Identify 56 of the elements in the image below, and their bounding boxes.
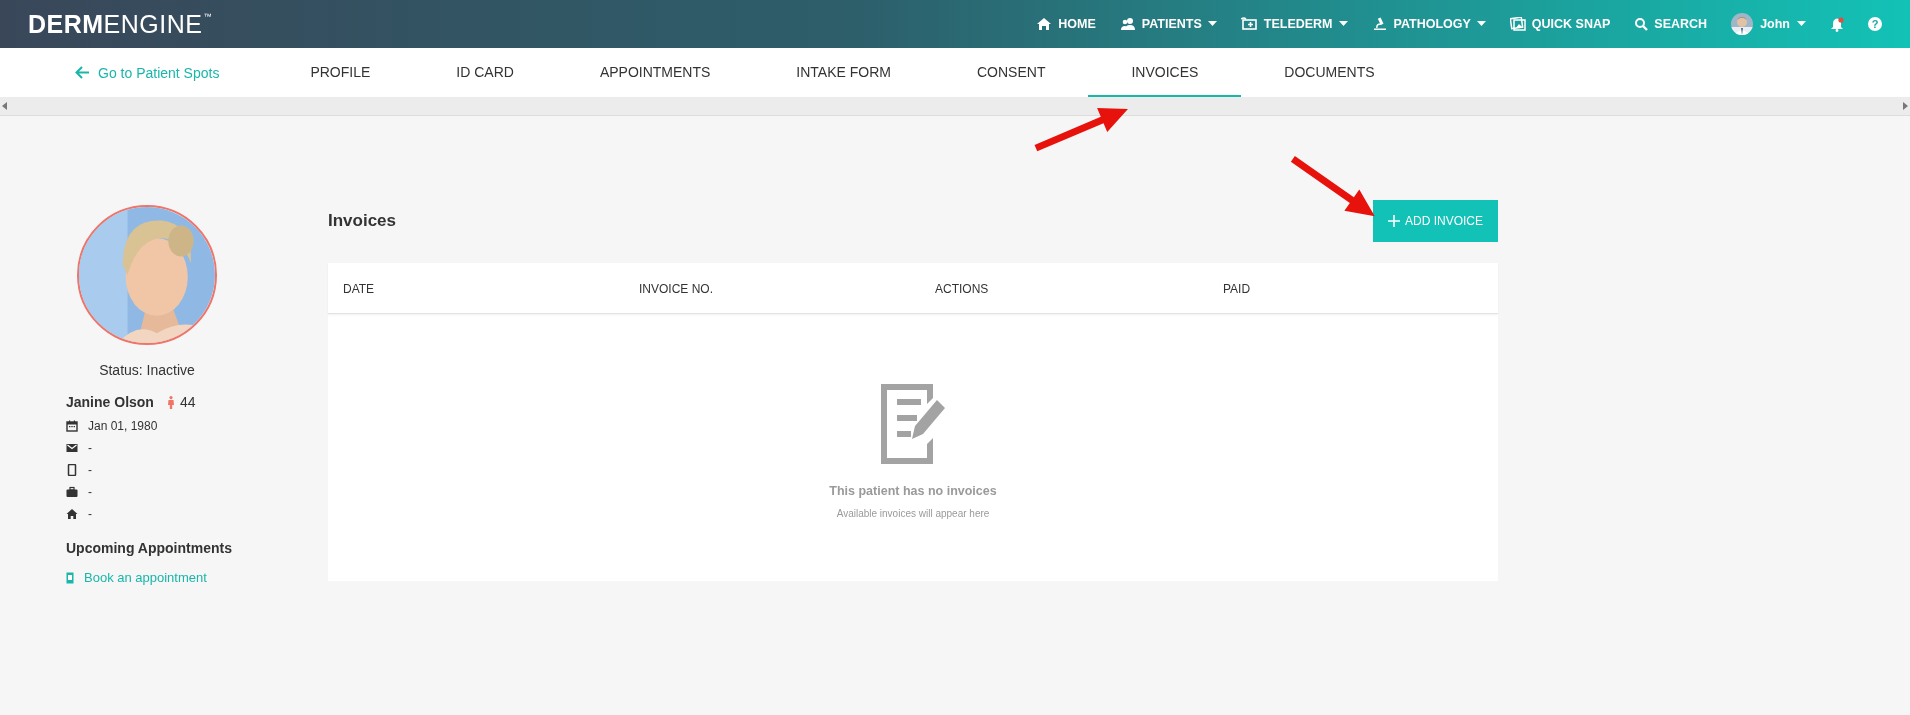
caret-icon	[1797, 21, 1806, 27]
home-icon	[66, 507, 78, 520]
caret-icon	[1338, 21, 1348, 27]
envelope-icon	[66, 441, 78, 454]
scroll-left-icon[interactable]	[2, 102, 7, 110]
caret-icon	[1207, 21, 1217, 27]
tab[interactable]: CONSENT	[934, 48, 1089, 97]
bell-icon[interactable]	[1830, 16, 1844, 32]
calendar-icon	[66, 419, 78, 432]
nav-link[interactable]: HOME	[1036, 17, 1096, 31]
detail-text: -	[88, 440, 92, 455]
tab[interactable]: INTAKE FORM	[753, 48, 934, 97]
nav-link[interactable]: PATHOLOGY	[1371, 17, 1486, 31]
home-icon	[1036, 17, 1053, 31]
phone-icon	[66, 463, 78, 476]
plus-icon	[1388, 215, 1400, 227]
tab[interactable]: APPOINTMENTS	[556, 48, 754, 97]
nav-link[interactable]: SEARCH	[1634, 17, 1708, 31]
tab[interactable]: ID CARD	[413, 48, 557, 97]
tab[interactable]: PROFILE	[267, 48, 414, 97]
detail-text: -	[88, 484, 92, 499]
briefcase-icon	[66, 485, 78, 498]
photos-icon	[1509, 17, 1526, 31]
status-text: Status: Inactive	[98, 362, 196, 378]
detail-text: -	[88, 506, 92, 521]
section-heading: Upcoming Appointments	[66, 540, 233, 556]
nav-link[interactable]: QUICK SNAP	[1509, 17, 1611, 31]
caret-icon	[1476, 21, 1486, 27]
logo: DERMENGINE$^{™}$	[28, 9, 212, 39]
scroll-right-icon[interactable]	[1903, 102, 1908, 110]
nav-link[interactable]: PATIENTS	[1119, 17, 1217, 31]
empty-state-hint: Available invoices will appear here	[836, 508, 990, 519]
column-header: INVOICE NO.	[639, 282, 713, 296]
arrow-left-icon	[75, 66, 90, 79]
detail-text: -	[88, 462, 92, 477]
microscope-icon	[1371, 17, 1388, 31]
patient-age: 44	[179, 394, 196, 410]
back-link[interactable]: Go to Patient Spots	[75, 48, 220, 97]
user-menu[interactable]: John	[1731, 13, 1806, 35]
help-icon[interactable]: ?	[1868, 17, 1882, 31]
column-header: ACTIONS	[935, 282, 989, 296]
tab[interactable]: DOCUMENTS	[1241, 48, 1418, 97]
person-icon	[167, 395, 174, 409]
monitor-icon	[1240, 17, 1258, 31]
nav-link[interactable]: TELEDERM	[1240, 17, 1348, 31]
phone-icon	[66, 571, 74, 584]
document-edit-icon	[881, 384, 945, 464]
scrollbar[interactable]	[0, 97, 1910, 116]
column-header: PAID	[1223, 282, 1251, 296]
column-header: DATE	[343, 282, 375, 296]
detail-text: Jan 01, 1980	[88, 418, 158, 433]
patient-name: Janine Olson	[66, 394, 154, 410]
people-icon	[1119, 17, 1136, 31]
search-icon	[1634, 17, 1649, 31]
empty-state-title: This patient has no invoices	[829, 484, 997, 498]
section-title: Invoices	[328, 211, 397, 231]
